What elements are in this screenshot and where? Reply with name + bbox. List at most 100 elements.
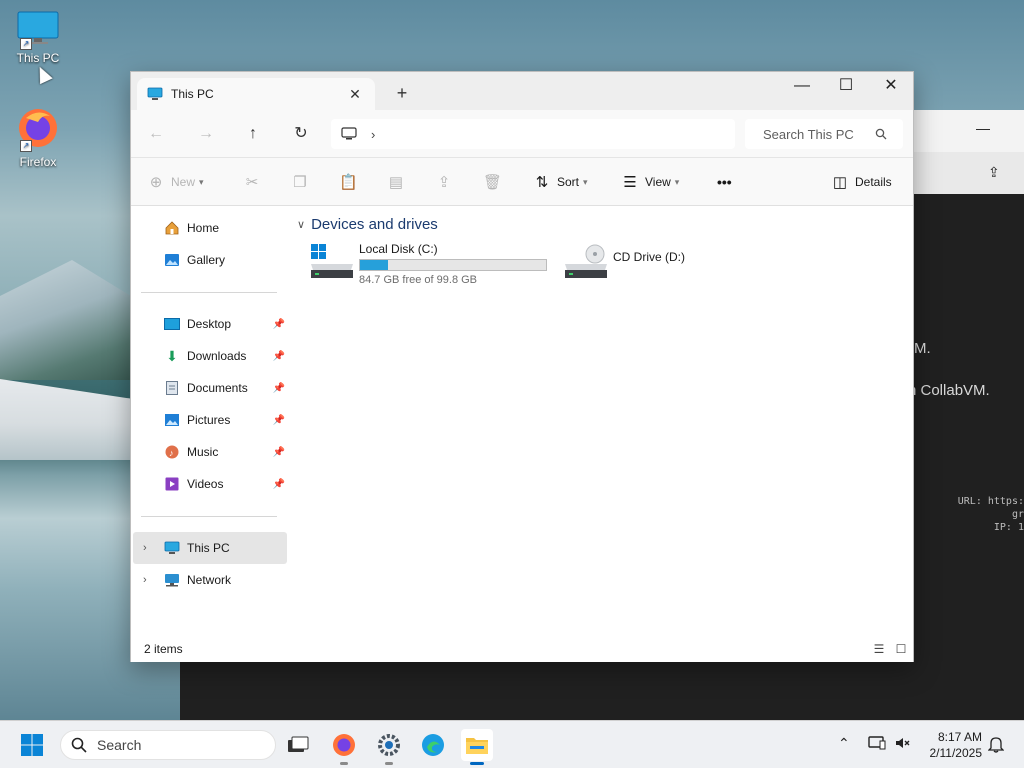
taskbar-file-explorer[interactable] [461, 729, 493, 765]
clipboard-icon: 📋 [339, 174, 358, 191]
details-button[interactable]: ◫ Details [831, 170, 892, 194]
file-explorer-window[interactable]: This PC ✕ + — ☐ ✕ ← → ↑ ↻ › ⊕ [130, 71, 914, 662]
this-pc-icon [147, 87, 163, 100]
sidebar-item-network[interactable]: › Network [133, 564, 287, 596]
display-icon[interactable] [868, 735, 886, 754]
sort-icon: ⇅ [535, 174, 549, 191]
sidebar-item-label: Downloads [187, 349, 247, 363]
taskbar-edge[interactable] [417, 729, 449, 761]
sidebar-item-music[interactable]: ♪ Music 📌 [133, 436, 287, 468]
chevron-down-icon: ∨ [297, 219, 306, 231]
windows-logo-icon [21, 734, 43, 756]
task-view-button[interactable] [282, 729, 314, 761]
sidebar-item-label: This PC [187, 541, 230, 555]
running-indicator [470, 762, 484, 765]
share-icon[interactable]: ⇪ [988, 164, 1000, 181]
forward-button[interactable]: → [193, 122, 219, 146]
this-pc-icon [163, 540, 181, 556]
title-bar[interactable]: This PC ✕ + — ☐ ✕ [131, 72, 913, 110]
chevron-down-icon: ▾ [583, 176, 588, 187]
taskbar-search[interactable]: Search [60, 730, 276, 760]
chevron-down-icon: ▾ [199, 176, 204, 187]
close-button[interactable]: ✕ [868, 72, 914, 102]
more-options-button[interactable]: ••• [717, 170, 732, 194]
sidebar-item-label: Videos [187, 477, 224, 491]
sidebar-item-label: Network [187, 573, 232, 587]
pictures-icon [163, 412, 181, 428]
sort-button[interactable]: ⇅ Sort ▾ [533, 170, 588, 194]
mouse-cursor-icon [33, 63, 53, 85]
copy-icon: ❐ [293, 174, 307, 191]
sidebar-item-gallery[interactable]: Gallery [133, 244, 287, 276]
sort-label: Sort [557, 175, 580, 189]
back-button[interactable]: ← [143, 122, 169, 146]
sidebar-item-videos[interactable]: Videos 📌 [133, 468, 287, 500]
tab-this-pc[interactable]: This PC ✕ [137, 78, 375, 110]
pin-icon[interactable]: 📌 [273, 383, 285, 394]
minimize-button[interactable]: — [779, 72, 825, 102]
rename-button[interactable]: ▤ [387, 170, 411, 194]
maximize-button[interactable]: ☐ [823, 72, 869, 102]
address-bar[interactable]: › [331, 119, 735, 149]
sidebar-item-label: Home [187, 221, 220, 235]
sidebar-item-this-pc[interactable]: › This PC [133, 532, 287, 564]
pin-icon[interactable]: 📌 [273, 351, 285, 362]
status-bar: 2 items ☰ ☐ [131, 636, 913, 662]
background-text: M. [914, 340, 931, 357]
clock-time: 8:17 AM [937, 730, 982, 744]
desktop-icon-this-pc[interactable]: ↗ This PC [6, 10, 70, 65]
background-text: n CollabVM. [908, 382, 990, 399]
download-arrow-icon: ⬇ [166, 347, 178, 364]
sidebar-item-label: Gallery [187, 253, 226, 267]
refresh-button[interactable]: ↻ [288, 122, 314, 146]
paste-button[interactable]: 📋 [339, 170, 363, 194]
minimize-icon[interactable]: — [976, 120, 990, 136]
copy-button[interactable]: ❐ [291, 170, 315, 194]
details-view-icon[interactable]: ☰ [871, 642, 887, 656]
home-icon [163, 220, 181, 236]
taskbar-search-label: Search [97, 737, 142, 753]
trash-icon: 🗑 [483, 174, 503, 191]
chevron-right-icon[interactable]: › [143, 542, 147, 554]
taskbar-settings[interactable] [373, 729, 405, 765]
share-button[interactable]: ⇪ [435, 170, 459, 194]
pin-icon[interactable]: 📌 [273, 447, 285, 458]
drive-usage-bar [359, 259, 547, 271]
search-box[interactable] [745, 119, 903, 149]
notification-bell-icon[interactable] [987, 735, 1005, 756]
content-area: ∨ Devices and drives Local Disk (C:) 84.… [291, 206, 913, 636]
taskbar-firefox[interactable] [328, 729, 360, 765]
sidebar-item-downloads[interactable]: ⬇ Downloads 📌 [133, 340, 287, 372]
new-tab-button[interactable]: + [391, 82, 413, 104]
drive-cd-d[interactable]: CD Drive (D:) [563, 242, 685, 290]
share-icon: ⇪ [437, 174, 451, 191]
group-header-devices[interactable]: ∨ Devices and drives [297, 216, 438, 233]
sidebar-item-desktop[interactable]: Desktop 📌 [133, 308, 287, 340]
up-button[interactable]: ↑ [240, 122, 266, 146]
view-button[interactable]: ☰ View ▾ [621, 170, 679, 194]
background-mono-text: IP: 1 [993, 522, 1024, 533]
gear-icon [378, 734, 400, 756]
tiles-view-icon[interactable]: ☐ [893, 642, 909, 656]
sidebar-item-documents[interactable]: Documents 📌 [133, 372, 287, 404]
new-button[interactable]: ⊕ New ▾ [147, 170, 204, 194]
sidebar-item-pictures[interactable]: Pictures 📌 [133, 404, 287, 436]
pin-icon[interactable]: 📌 [273, 479, 285, 490]
pin-icon[interactable]: 📌 [273, 319, 285, 330]
cut-button[interactable]: ✂ [243, 170, 267, 194]
gallery-icon [163, 252, 181, 268]
search-input[interactable] [761, 125, 875, 143]
chevron-up-icon[interactable]: ⌃ [838, 735, 850, 752]
system-clock[interactable]: 8:17 AM 2/11/2025 [920, 729, 983, 761]
drive-local-disk-c[interactable]: Local Disk (C:) 84.7 GB free of 99.8 GB [309, 242, 547, 290]
pin-icon[interactable]: 📌 [273, 415, 285, 426]
sidebar-item-home[interactable]: Home [133, 212, 287, 244]
start-button[interactable] [16, 729, 48, 761]
breadcrumb-chevron-icon[interactable]: › [371, 127, 375, 142]
close-tab-icon[interactable]: ✕ [345, 86, 365, 103]
volume-muted-icon[interactable] [894, 735, 912, 754]
chevron-right-icon[interactable]: › [143, 574, 147, 586]
scissors-icon: ✂ [245, 174, 259, 191]
desktop-icon-firefox[interactable]: ↗ Firefox [6, 106, 70, 169]
delete-button[interactable]: 🗑 [483, 170, 507, 194]
